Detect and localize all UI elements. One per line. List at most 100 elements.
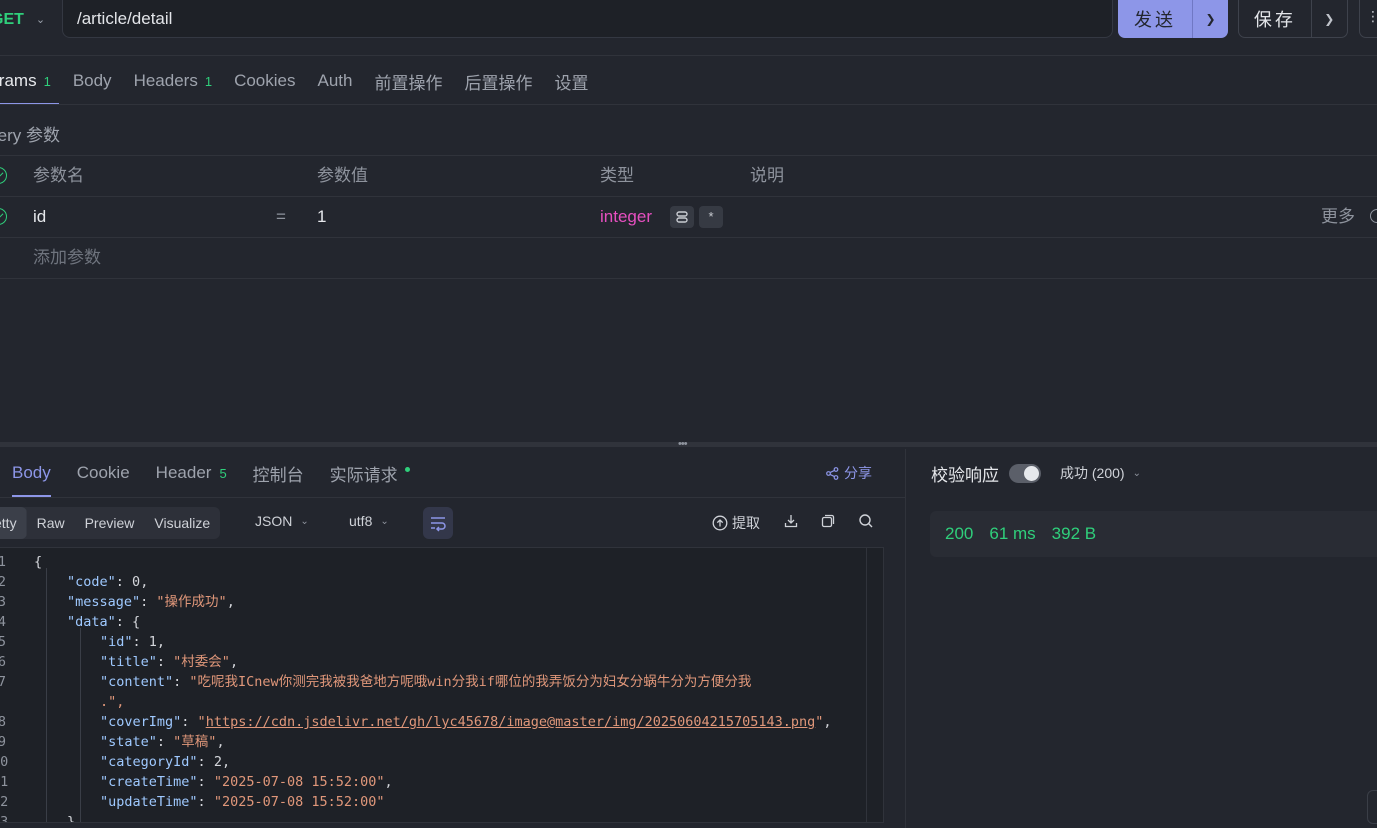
url-input[interactable]: /article/detail	[62, 0, 1113, 38]
response-meta: 200 61 ms 392 B	[930, 511, 1377, 557]
share-button[interactable]: 分享	[826, 463, 872, 483]
json-key: "title"	[100, 654, 157, 670]
json-key: "createTime"	[100, 774, 198, 790]
line-number: 6	[0, 652, 6, 672]
add-param-row[interactable]: 添加参数	[0, 237, 1377, 278]
tab-settings[interactable]: 设置	[554, 57, 588, 105]
code-text: {	[34, 554, 43, 570]
view-visualize[interactable]: Visualize	[144, 507, 220, 539]
chevron-down-icon: ⌄	[35, 14, 46, 26]
json-key: "code"	[67, 574, 116, 590]
json-value: 1	[148, 634, 157, 650]
response-tabs: Body Cookie Header 5 控制台 实际请求	[12, 449, 436, 497]
view-raw[interactable]: Raw	[27, 507, 75, 539]
line-number: 1	[0, 552, 6, 572]
required-marker[interactable]: *	[699, 206, 723, 228]
drag-handle-icon[interactable]: •••	[678, 438, 688, 450]
send-button[interactable]: 发送 ❯	[1118, 0, 1228, 38]
param-value[interactable]: 1	[317, 197, 326, 237]
more-link[interactable]: 更多	[1321, 197, 1355, 237]
line-number: 8	[0, 712, 6, 732]
view-preview[interactable]: Preview	[75, 507, 145, 539]
json-value: "2025-07-08 15:52:00"	[213, 774, 385, 790]
json-value: "村委会"	[173, 654, 230, 670]
param-name[interactable]: id	[33, 197, 46, 237]
divider	[0, 104, 1377, 105]
tab-headers[interactable]: Headers 1	[134, 57, 213, 105]
tab-response-cookie[interactable]: Cookie	[77, 449, 130, 497]
side-handle[interactable]	[1367, 790, 1377, 824]
check-circle-icon[interactable]	[0, 208, 7, 225]
punctuation: ,	[226, 594, 235, 610]
json-value: {	[132, 614, 141, 630]
tab-actual-request[interactable]: 实际请求	[330, 449, 410, 497]
check-circle-icon[interactable]	[0, 167, 7, 184]
panel-splitter[interactable]	[0, 442, 1377, 447]
tab-auth[interactable]: Auth	[317, 57, 352, 105]
tab-body[interactable]: Body	[73, 57, 112, 105]
json-key: "data"	[67, 614, 116, 630]
chevron-down-icon: ⌄	[300, 515, 309, 527]
punctuation: ,	[384, 774, 393, 790]
add-param-placeholder[interactable]: 添加参数	[33, 238, 101, 278]
tab-cookies[interactable]: Cookies	[234, 57, 295, 105]
line-number: 2	[0, 572, 6, 592]
tab-response-header[interactable]: Header 5	[156, 449, 227, 497]
chevron-down-icon: ⌄	[380, 515, 389, 527]
encoding-select[interactable]: utf8 ⌄	[349, 513, 389, 529]
code-line: 5"id": 1,	[0, 632, 883, 652]
code-line: 1{	[0, 552, 883, 572]
download-icon[interactable]	[783, 513, 799, 529]
tab-post-ops[interactable]: 后置操作	[464, 57, 532, 105]
line-number: 9	[0, 732, 6, 752]
params-header-row: 参数名 参数值 类型 说明	[0, 155, 1377, 196]
share-icon	[826, 466, 839, 480]
more-icon[interactable]: ⋮	[1359, 0, 1377, 38]
divider	[0, 278, 1377, 279]
tab-pre-ops[interactable]: 前置操作	[374, 57, 442, 105]
line-number: 5	[0, 632, 6, 652]
status-select[interactable]: 成功 (200) ⌄	[1060, 463, 1141, 483]
param-type[interactable]: integer	[600, 197, 652, 237]
code-scrollbar[interactable]	[866, 548, 883, 822]
line-number: 12	[0, 794, 9, 810]
json-value: "草稿"	[173, 734, 217, 750]
json-link[interactable]: https://cdn.jsdelivr.net/gh/lyc45678/ima…	[206, 714, 816, 730]
tab-response-body[interactable]: Body	[12, 449, 51, 497]
punctuation: ,	[229, 654, 239, 670]
punctuation: ,	[140, 574, 149, 590]
divider	[0, 55, 1377, 56]
line-number: 10	[0, 754, 9, 770]
json-value: "操作成功"	[156, 594, 227, 610]
settings-circle-icon[interactable]	[1370, 209, 1377, 223]
extract-button[interactable]: 提取	[712, 513, 760, 533]
code-line: 11"createTime": "2025-07-08 15:52:00",	[0, 772, 883, 792]
copy-icon[interactable]	[820, 513, 836, 529]
line-number: 11	[0, 774, 9, 790]
tab-console[interactable]: 控制台	[253, 449, 304, 497]
chevron-down-icon: ⌄	[1132, 467, 1141, 479]
verify-toggle[interactable]	[1009, 464, 1041, 483]
save-button[interactable]: 保存 ❯	[1238, 0, 1348, 38]
code-text: .",	[100, 694, 125, 710]
wrap-lines-icon[interactable]	[423, 507, 453, 539]
code-line: 2"code": 0,	[0, 572, 883, 592]
code-line: 13}	[0, 812, 883, 822]
response-code-viewer[interactable]: 1{2"code": 0,3"message": "操作成功",4"data":…	[0, 547, 884, 823]
code-line: 4"data": {	[0, 612, 883, 632]
format-select[interactable]: JSON ⌄	[255, 513, 309, 529]
code-line: 3"message": "操作成功",	[0, 592, 883, 612]
link-icon[interactable]	[670, 206, 694, 228]
json-key: "coverImg"	[100, 714, 182, 730]
col-desc: 说明	[750, 166, 784, 185]
chevron-down-icon[interactable]: ❯	[1193, 12, 1228, 26]
col-type: 类型	[600, 166, 634, 185]
json-key: "state"	[100, 734, 157, 750]
tab-params[interactable]: Params1	[0, 57, 59, 105]
method-select[interactable]: GET ⌄	[0, 0, 62, 39]
json-value: "吃呢我ICnew你测完我被我爸地方呢哦win分我if哪位的我弄饭分为妇女分蜗牛…	[189, 674, 752, 690]
search-icon[interactable]	[858, 513, 874, 529]
status-code: 200	[945, 524, 974, 543]
chevron-down-icon[interactable]: ❯	[1312, 12, 1347, 26]
view-pretty[interactable]: Pretty	[0, 507, 27, 539]
